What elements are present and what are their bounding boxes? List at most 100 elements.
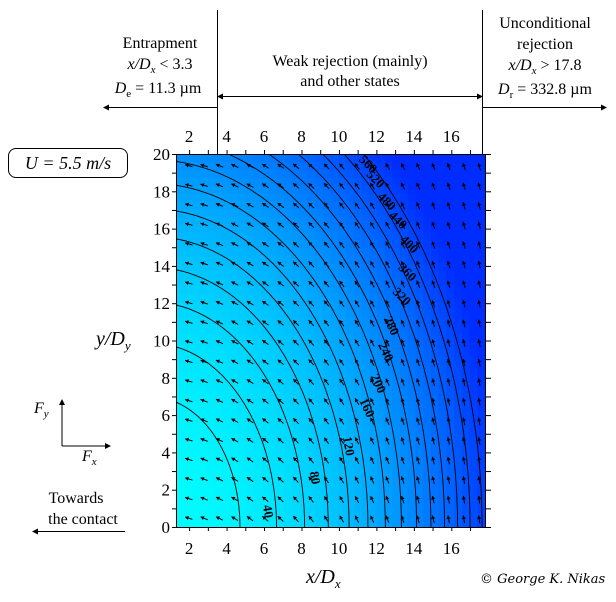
heatmap-cell xyxy=(423,332,432,342)
heatmap-cell xyxy=(461,324,471,334)
heatmap-cell xyxy=(369,503,378,513)
heatmap-cell xyxy=(315,519,324,527)
heatmap-cell xyxy=(191,371,200,380)
heatmap-cell xyxy=(461,503,471,513)
heatmap-cell xyxy=(191,480,200,489)
heatmap-cell xyxy=(245,192,254,202)
heatmap-cell xyxy=(330,441,339,450)
heatmap-cell xyxy=(276,192,285,202)
heatmap-cell xyxy=(423,177,432,186)
heatmap-cell xyxy=(345,371,355,380)
heatmap-cell xyxy=(237,239,247,248)
heatmap-cell xyxy=(469,464,478,474)
heatmap-cell xyxy=(191,169,200,178)
heatmap-cell xyxy=(461,169,471,178)
heatmap-cell xyxy=(206,223,216,233)
heatmap-cell xyxy=(376,418,386,427)
heatmap-cell xyxy=(291,488,301,497)
heatmap-cell xyxy=(353,231,362,241)
heatmap-cell xyxy=(176,472,185,481)
heatmap-cell xyxy=(322,503,332,513)
heatmap-cell xyxy=(345,185,355,194)
heatmap-cell xyxy=(338,309,347,318)
heatmap-cell xyxy=(284,332,293,342)
heatmap-cell xyxy=(469,503,478,513)
heatmap-cell xyxy=(469,324,478,334)
heatmap-cell xyxy=(338,387,347,396)
heatmap-cell xyxy=(253,387,262,396)
x-tick-label-bottom: 10 xyxy=(330,539,347,558)
heatmap-cell xyxy=(376,472,386,481)
heatmap-cell xyxy=(322,511,332,520)
heatmap-cell xyxy=(315,208,324,217)
heatmap-cell xyxy=(299,418,308,427)
heatmap-cell xyxy=(284,223,293,233)
heatmap-cell xyxy=(253,154,262,163)
heatmap-cells xyxy=(176,154,485,527)
heatmap-cell xyxy=(477,231,485,241)
heatmap-cell xyxy=(322,449,332,458)
heatmap-cell xyxy=(430,425,440,435)
heatmap-cell xyxy=(345,457,355,466)
heatmap-cell xyxy=(237,363,247,373)
heatmap-cell xyxy=(330,286,339,295)
heatmap-cell xyxy=(268,441,278,450)
heatmap-cell xyxy=(222,216,231,225)
heatmap-cell xyxy=(253,200,262,209)
heatmap-cell xyxy=(469,270,478,279)
heatmap-cell xyxy=(206,286,216,295)
heatmap-cell xyxy=(469,169,478,178)
heatmap-cell xyxy=(376,511,386,520)
heatmap-cell xyxy=(353,511,362,520)
heatmap-cell xyxy=(284,340,293,349)
heatmap-cell xyxy=(222,418,231,427)
heatmap-cell xyxy=(345,503,355,513)
heatmap-cell xyxy=(369,231,378,241)
heatmap-cell xyxy=(237,286,247,295)
heatmap-cell xyxy=(176,286,185,295)
heatmap-cell xyxy=(461,231,471,241)
heatmap-cell xyxy=(407,488,417,497)
heatmap-cell xyxy=(268,371,278,380)
heatmap-cell xyxy=(330,503,339,513)
heatmap-cell xyxy=(469,293,478,303)
heatmap-cell xyxy=(407,503,417,513)
heatmap-cell xyxy=(191,363,200,373)
heatmap-cell xyxy=(330,472,339,481)
heatmap-cell xyxy=(430,387,440,396)
heatmap-cell xyxy=(330,457,339,466)
heatmap-cell xyxy=(454,270,463,279)
heatmap-cell xyxy=(176,356,185,365)
heatmap-cell xyxy=(284,488,293,497)
heatmap-cell xyxy=(284,200,293,209)
heatmap-cell xyxy=(268,363,278,373)
heatmap-cell xyxy=(322,286,332,295)
heatmap-cell xyxy=(369,286,378,295)
heatmap-cell xyxy=(369,519,378,527)
heatmap-cell xyxy=(477,192,485,202)
heatmap-cell xyxy=(423,208,432,217)
heatmap-cell xyxy=(299,441,308,450)
heatmap-cell xyxy=(237,410,247,419)
heatmap-cell xyxy=(260,488,270,497)
heatmap-cell xyxy=(361,418,370,427)
heatmap-cell xyxy=(291,270,301,279)
heatmap-cell xyxy=(454,208,463,217)
heatmap-cell xyxy=(222,402,231,412)
heatmap-cell xyxy=(454,449,463,458)
heatmap-cell xyxy=(361,247,370,256)
heatmap-cell xyxy=(245,286,254,295)
heatmap-cell xyxy=(245,503,254,513)
heatmap-cell xyxy=(446,387,455,396)
heatmap-cell xyxy=(191,511,200,520)
heatmap-cell xyxy=(237,480,247,489)
heatmap-cell xyxy=(407,441,417,450)
heatmap-cell xyxy=(222,425,231,435)
y-tick-label: 16 xyxy=(153,220,170,239)
heatmap-cell xyxy=(376,216,386,225)
heatmap-cell xyxy=(206,519,216,527)
heatmap-cell xyxy=(315,394,324,404)
x-tick-label-top: 14 xyxy=(405,127,423,146)
heatmap-cell xyxy=(454,425,463,435)
heatmap-cell xyxy=(446,169,455,178)
